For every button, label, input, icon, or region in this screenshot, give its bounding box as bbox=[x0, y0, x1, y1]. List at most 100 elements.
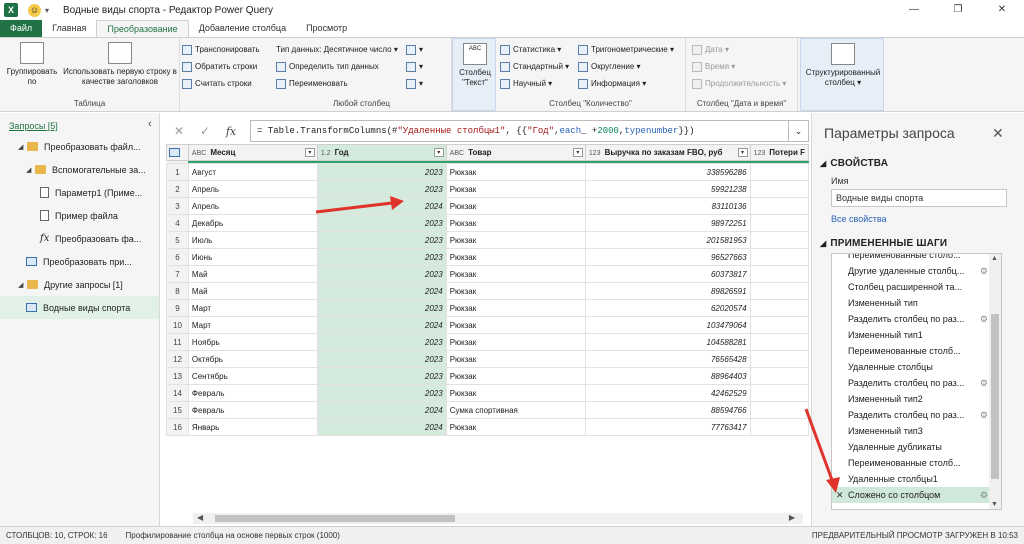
tab-file[interactable]: Файл bbox=[0, 20, 43, 37]
row-number[interactable]: 7 bbox=[166, 265, 189, 283]
group-by-button[interactable]: Группировать по bbox=[2, 42, 62, 87]
table-cell[interactable] bbox=[749, 197, 809, 215]
table-cell[interactable] bbox=[749, 401, 809, 419]
step-settings-gear-icon[interactable]: ⚙ bbox=[980, 263, 988, 279]
table-cell[interactable]: 89826591 bbox=[584, 282, 751, 300]
table-cell[interactable]: Рюкзак bbox=[445, 367, 586, 385]
applied-step[interactable]: Другие удаленные столбц... ⚙ bbox=[832, 263, 990, 279]
column-header[interactable]: 123 Выручка по заказам FBO, руб ▾ bbox=[584, 144, 751, 161]
table-cell[interactable] bbox=[749, 248, 809, 266]
table-cell[interactable] bbox=[749, 231, 809, 249]
table-cell[interactable]: Июль bbox=[187, 231, 318, 249]
query-tree-item[interactable]: Преобразовать при... bbox=[0, 250, 159, 273]
cancel-formula-icon[interactable]: ✕ bbox=[166, 124, 192, 138]
table-cell[interactable]: 42462529 bbox=[584, 384, 751, 402]
step-settings-gear-icon[interactable]: ⚙ bbox=[980, 407, 988, 423]
data-type-dropdown[interactable]: Тип данных: Десятичное число ▾ bbox=[276, 43, 398, 56]
move-button[interactable]: ▾ bbox=[406, 77, 423, 90]
time-button[interactable]: Время ▾ bbox=[692, 60, 735, 73]
applied-step[interactable]: Измененный тип1 bbox=[832, 327, 990, 343]
row-number[interactable]: 13 bbox=[166, 367, 189, 385]
applied-step[interactable]: Разделить столбец по раз... ⚙ bbox=[832, 407, 990, 423]
trigonometry-button[interactable]: Тригонометрические ▾ bbox=[578, 43, 674, 56]
scientific-button[interactable]: Научный ▾ bbox=[500, 77, 552, 90]
applied-step[interactable]: Измененный тип2 bbox=[832, 391, 990, 407]
table-cell[interactable]: 88964403 bbox=[584, 367, 751, 385]
use-first-row-button[interactable]: Использовать первую строку в качестве за… bbox=[62, 42, 178, 87]
duration-button[interactable]: Продолжительность ▾ bbox=[692, 77, 786, 90]
feedback-smiley-icon[interactable]: ☺ bbox=[28, 3, 41, 17]
expand-caret-icon[interactable]: ◢ bbox=[18, 281, 27, 289]
table-cell[interactable]: Рюкзак bbox=[445, 299, 586, 317]
row-number[interactable]: 15 bbox=[166, 401, 189, 419]
step-settings-gear-icon[interactable]: ⚙ bbox=[980, 487, 988, 503]
column-filter-dropdown-icon[interactable]: ▾ bbox=[433, 148, 444, 157]
table-cell[interactable] bbox=[749, 367, 809, 385]
table-cell[interactable]: 2023 bbox=[316, 248, 447, 266]
table-cell[interactable]: 88594766 bbox=[584, 401, 751, 419]
structured-column-button[interactable]: Структурированный столбец ▾ bbox=[803, 43, 883, 88]
table-cell[interactable]: Ноябрь bbox=[187, 333, 318, 351]
scroll-up-icon[interactable]: ▲ bbox=[991, 255, 998, 262]
replace-values-button[interactable]: ▾ bbox=[406, 43, 423, 56]
query-tree-item[interactable]: Водные виды спорта bbox=[0, 296, 159, 319]
expand-formula-icon[interactable]: ⌄ bbox=[789, 120, 809, 142]
query-tree-item[interactable]: Параметр1 (Приме... bbox=[0, 181, 159, 204]
row-number[interactable]: 16 bbox=[166, 418, 189, 436]
table-cell[interactable]: Февраль bbox=[187, 384, 318, 402]
applied-step[interactable]: Переименованные столб... bbox=[832, 254, 990, 263]
column-header[interactable]: 1.2 Год ▾ bbox=[316, 144, 447, 161]
applied-step[interactable]: Измененный тип3 bbox=[832, 423, 990, 439]
applied-step[interactable]: Разделить столбец по раз... ⚙ bbox=[832, 375, 990, 391]
table-cell[interactable]: 76565428 bbox=[584, 350, 751, 368]
table-cell[interactable]: 2023 bbox=[316, 384, 447, 402]
table-cell[interactable]: Рюкзак bbox=[445, 384, 586, 402]
quick-access-dropdown-icon[interactable]: ▾ bbox=[45, 6, 49, 15]
column-type-icon[interactable]: 123 bbox=[589, 150, 601, 157]
tab-view[interactable]: Просмотр bbox=[296, 20, 357, 37]
table-cell[interactable]: Рюкзак bbox=[445, 350, 586, 368]
expand-caret-icon[interactable]: ◢ bbox=[26, 166, 35, 174]
table-cell[interactable]: Апрель bbox=[187, 180, 318, 198]
table-cell[interactable]: 104588281 bbox=[584, 333, 751, 351]
expand-caret-icon[interactable]: ◢ bbox=[18, 143, 27, 151]
table-cell[interactable] bbox=[749, 316, 809, 334]
table-cell[interactable]: 2023 bbox=[316, 214, 447, 232]
table-cell[interactable]: 2023 bbox=[316, 367, 447, 385]
table-cell[interactable]: 201581953 bbox=[584, 231, 751, 249]
row-number[interactable]: 3 bbox=[166, 197, 189, 215]
table-cell[interactable] bbox=[749, 384, 809, 402]
column-type-icon[interactable]: 123 bbox=[754, 150, 766, 157]
column-header[interactable]: ABC Месяц ▾ bbox=[187, 144, 318, 161]
transpose-button[interactable]: Транспонировать bbox=[182, 43, 260, 56]
table-cell[interactable]: 2024 bbox=[316, 197, 447, 215]
applied-steps-section[interactable]: ◢ ПРИМЕНЕННЫЕ ШАГИ bbox=[820, 238, 947, 249]
step-settings-gear-icon[interactable]: ⚙ bbox=[980, 375, 988, 391]
delete-step-icon[interactable]: ✕ bbox=[836, 487, 844, 503]
tab-add-column[interactable]: Добавление столбца bbox=[189, 20, 296, 37]
table-cell[interactable]: Рюкзак bbox=[445, 418, 586, 436]
scroll-left-icon[interactable]: ◀ bbox=[197, 513, 203, 522]
close-window-button[interactable]: ✕ bbox=[980, 0, 1024, 20]
information-button[interactable]: Информация ▾ bbox=[578, 77, 646, 90]
table-cell[interactable]: Декабрь bbox=[187, 214, 318, 232]
table-cell[interactable]: Август bbox=[187, 163, 318, 181]
row-number[interactable]: 12 bbox=[166, 350, 189, 368]
applied-step[interactable]: Переименованные столб... bbox=[832, 343, 990, 359]
table-cell[interactable]: Рюкзак bbox=[445, 248, 586, 266]
applied-step[interactable]: Столбец расширенной та... bbox=[832, 279, 990, 295]
collapse-pane-icon[interactable]: ‹ bbox=[148, 118, 152, 130]
table-cell[interactable]: Рюкзак bbox=[445, 231, 586, 249]
table-cell[interactable]: Сумка спортивная bbox=[445, 401, 586, 419]
row-number[interactable]: 5 bbox=[166, 231, 189, 249]
table-cell[interactable]: Январь bbox=[187, 418, 318, 436]
table-cell[interactable]: Март bbox=[187, 316, 318, 334]
table-cell[interactable]: Июнь bbox=[187, 248, 318, 266]
row-number[interactable]: 6 bbox=[166, 248, 189, 266]
query-tree-item[interactable]: ◢ Вспомогательные за... bbox=[0, 158, 159, 181]
table-cell[interactable] bbox=[749, 282, 809, 300]
table-cell[interactable]: Сентябрь bbox=[187, 367, 318, 385]
column-filter-dropdown-icon[interactable]: ▾ bbox=[737, 148, 748, 157]
applied-step[interactable]: Удаленные дубликаты bbox=[832, 439, 990, 455]
column-filter-dropdown-icon[interactable]: ▾ bbox=[572, 148, 583, 157]
